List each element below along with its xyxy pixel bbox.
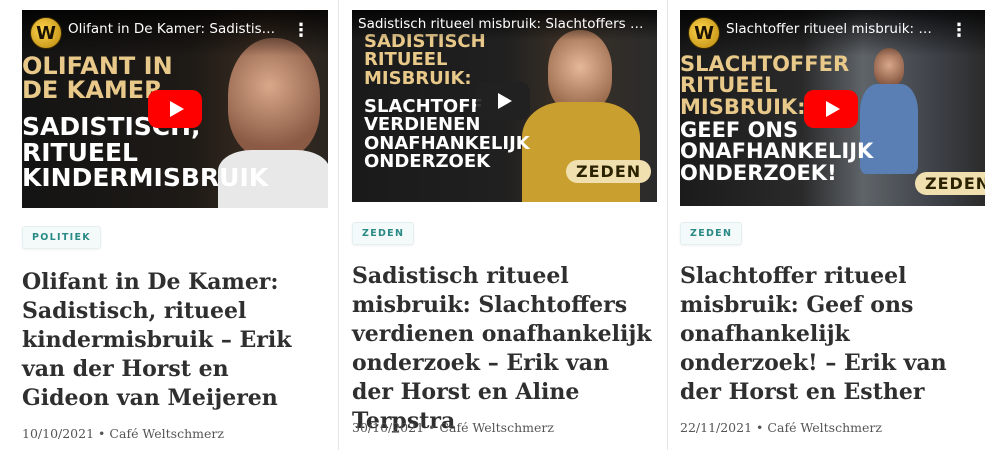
thumb-text-line: Slachtoffer [680, 52, 850, 76]
more-options-icon[interactable]: ⋮ [292, 20, 310, 41]
meta-separator: • [756, 420, 764, 435]
play-button[interactable] [804, 90, 858, 128]
article-author[interactable]: Café Weltschmerz [439, 420, 554, 435]
article-meta: 30/10/2021 • Café Weltschmerz [352, 420, 554, 435]
play-icon [498, 93, 512, 109]
category-tag[interactable]: ZEDEN [352, 222, 415, 245]
video-title[interactable]: Slachtoffer ritueel misbruik: G... [726, 21, 934, 37]
channel-logo-icon[interactable]: W [30, 17, 62, 49]
article-date: 22/11/2021 [680, 420, 753, 435]
thumb-text-line: kindermisbruik [22, 163, 269, 192]
play-icon [826, 101, 840, 117]
more-options-icon[interactable]: ⋮ [950, 20, 968, 41]
speaker-face [548, 30, 612, 112]
video-thumbnail[interactable]: Slachtoffer ritueel misbruik: Geef ons o… [680, 10, 985, 206]
article-grid: Olifant in De Kamer Sadistisch, ritueel … [0, 0, 985, 450]
meta-separator: • [98, 426, 106, 441]
article-card-1[interactable]: Olifant in De Kamer Sadistisch, ritueel … [0, 0, 338, 450]
article-date: 10/10/2021 [22, 426, 95, 441]
category-badge: ZEDEN [566, 160, 652, 183]
video-thumbnail[interactable]: Sadistisch ritueel misbruik: Slachtoff v… [352, 10, 657, 202]
article-author[interactable]: Café Weltschmerz [767, 420, 882, 435]
thumb-text-line: misbruik: [364, 67, 472, 89]
thumb-text-line: onderzoek [364, 151, 491, 173]
article-title[interactable]: Sadistisch ritueel misbruik: Slachtoffer… [352, 262, 652, 436]
thumb-text-line: Sadistisch, [22, 112, 201, 141]
category-tag[interactable]: POLITIEK [22, 226, 101, 249]
article-date: 30/10/2021 [352, 420, 425, 435]
thumb-text-line: ritueel [364, 49, 448, 71]
category-tag[interactable]: ZEDEN [680, 222, 743, 245]
video-title[interactable]: Sadistisch ritueel misbruik: Slachtoffer… [358, 16, 650, 32]
thumb-text-line: ritueel [22, 137, 138, 167]
meta-separator: • [428, 420, 436, 435]
category-badge: ZEDEN [915, 172, 985, 195]
article-card-2[interactable]: Sadistisch ritueel misbruik: Slachtoff v… [339, 0, 667, 450]
article-author[interactable]: Café Weltschmerz [109, 426, 224, 441]
play-button[interactable] [148, 90, 202, 128]
play-icon [170, 101, 184, 117]
article-meta: 10/10/2021 • Café Weltschmerz [22, 426, 224, 441]
video-title[interactable]: Olifant in De Kamer: Sadistisc... [68, 21, 276, 37]
article-meta: 22/11/2021 • Café Weltschmerz [680, 420, 882, 435]
article-title[interactable]: Slachtoffer ritueel misbruik: Geef ons o… [680, 262, 978, 407]
play-button[interactable] [476, 82, 530, 120]
thumb-text-line: Olifant in [22, 52, 173, 80]
thumb-text-line: onafhankelijk [680, 139, 874, 164]
article-title[interactable]: Olifant in De Kamer: Sadistisch, ritueel… [22, 268, 322, 413]
speaker-cardigan [522, 102, 640, 202]
article-card-3[interactable]: Slachtoffer ritueel misbruik: Geef ons o… [668, 0, 985, 450]
channel-logo-icon[interactable]: W [688, 17, 720, 49]
video-thumbnail[interactable]: Olifant in De Kamer Sadistisch, ritueel … [22, 10, 328, 208]
thumb-text-line: onderzoek! [680, 160, 837, 185]
